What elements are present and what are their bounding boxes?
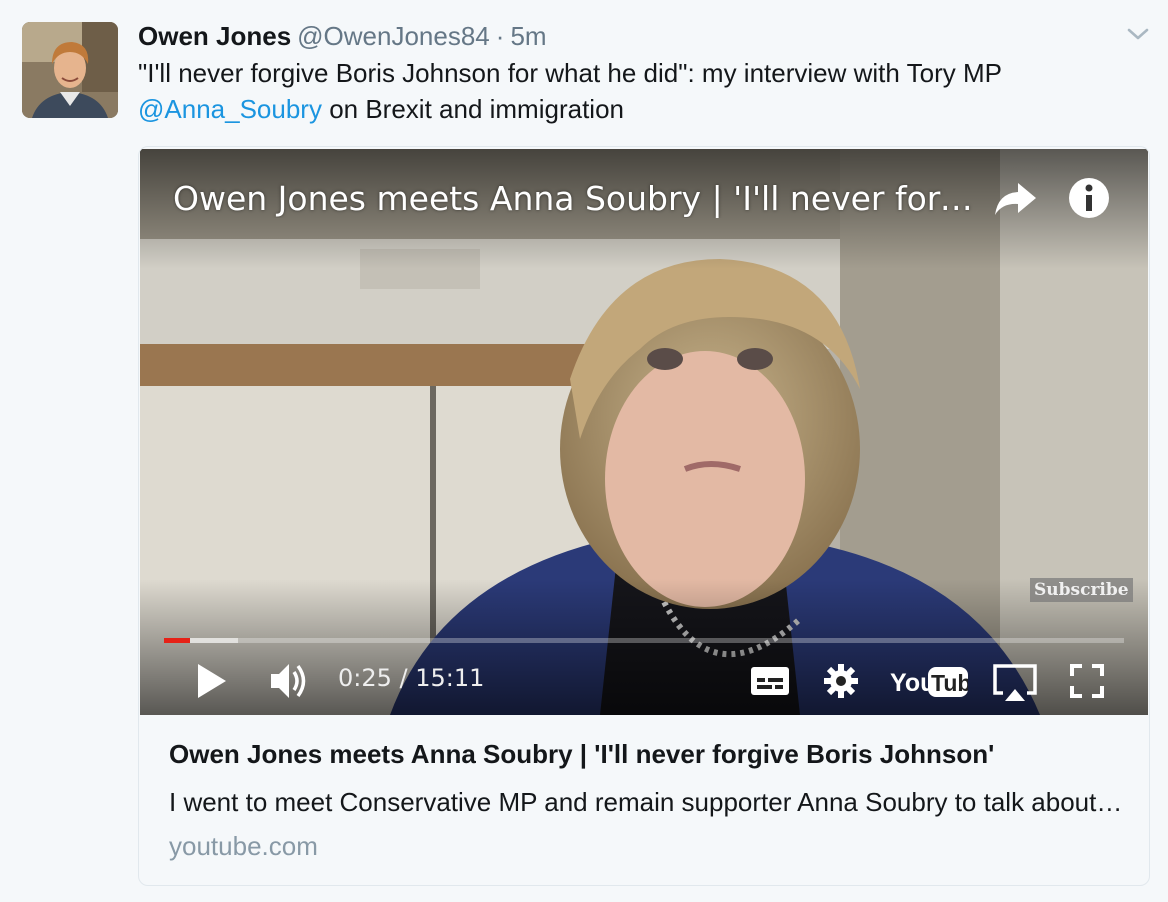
time-display: 0:25 / 15:11 [338, 664, 484, 692]
current-time: 0:25 [338, 664, 392, 692]
display-name[interactable]: Owen Jones [138, 21, 291, 51]
airplay-icon[interactable] [991, 663, 1039, 703]
tweet: Owen Jones @OwenJones84 · 5m "I'll never fo… [0, 0, 1168, 902]
gear-icon[interactable] [823, 663, 859, 699]
captions-icon[interactable] [750, 665, 790, 697]
mention-link[interactable]: @Anna_Soubry [138, 94, 322, 124]
duration: 15:11 [415, 664, 485, 692]
fullscreen-icon[interactable] [1070, 664, 1104, 698]
play-icon[interactable] [194, 661, 230, 701]
chevron-down-icon[interactable] [1126, 22, 1150, 46]
card-description: I went to meet Conservative MP and remai… [169, 787, 1127, 817]
tweet-text: "I'll never forgive Boris Johnson for wh… [138, 55, 1138, 127]
progress-played [164, 638, 191, 643]
card-title[interactable]: Owen Jones meets Anna Soubry | 'I'll nev… [169, 739, 1129, 770]
link-card[interactable]: Owen Jones meets Anna Soubry | 'I'll nev… [138, 146, 1150, 886]
user-handle[interactable]: @OwenJones84 [297, 21, 490, 51]
tweet-text-part: on Brexit and immigration [321, 94, 624, 124]
subscribe-watermark[interactable]: Subscribe [1030, 578, 1133, 602]
tweet-text-part: "I'll never forgive Boris Johnson for wh… [138, 58, 1002, 88]
info-icon[interactable] [1068, 177, 1110, 219]
progress-bar[interactable] [164, 638, 1124, 643]
video-frame [140, 149, 1148, 715]
volume-icon[interactable] [268, 660, 312, 702]
time-separator: / [391, 664, 416, 692]
youtube-logo[interactable]: You Tube [890, 663, 984, 699]
video-title[interactable]: Owen Jones meets Anna Soubry | 'I'll nev… [173, 179, 983, 218]
video-player[interactable]: Owen Jones meets Anna Soubry | 'I'll nev… [140, 149, 1148, 715]
card-domain: youtube.com [169, 831, 318, 861]
separator-dot: · [495, 21, 505, 51]
avatar[interactable] [22, 22, 118, 118]
tweet-header: Owen Jones @OwenJones84 · 5m [138, 18, 547, 54]
share-arrow-icon[interactable] [992, 179, 1040, 219]
timestamp[interactable]: 5m [510, 21, 546, 51]
youtube-logo-tube: Tube [931, 670, 968, 696]
avatar-image [22, 22, 118, 118]
